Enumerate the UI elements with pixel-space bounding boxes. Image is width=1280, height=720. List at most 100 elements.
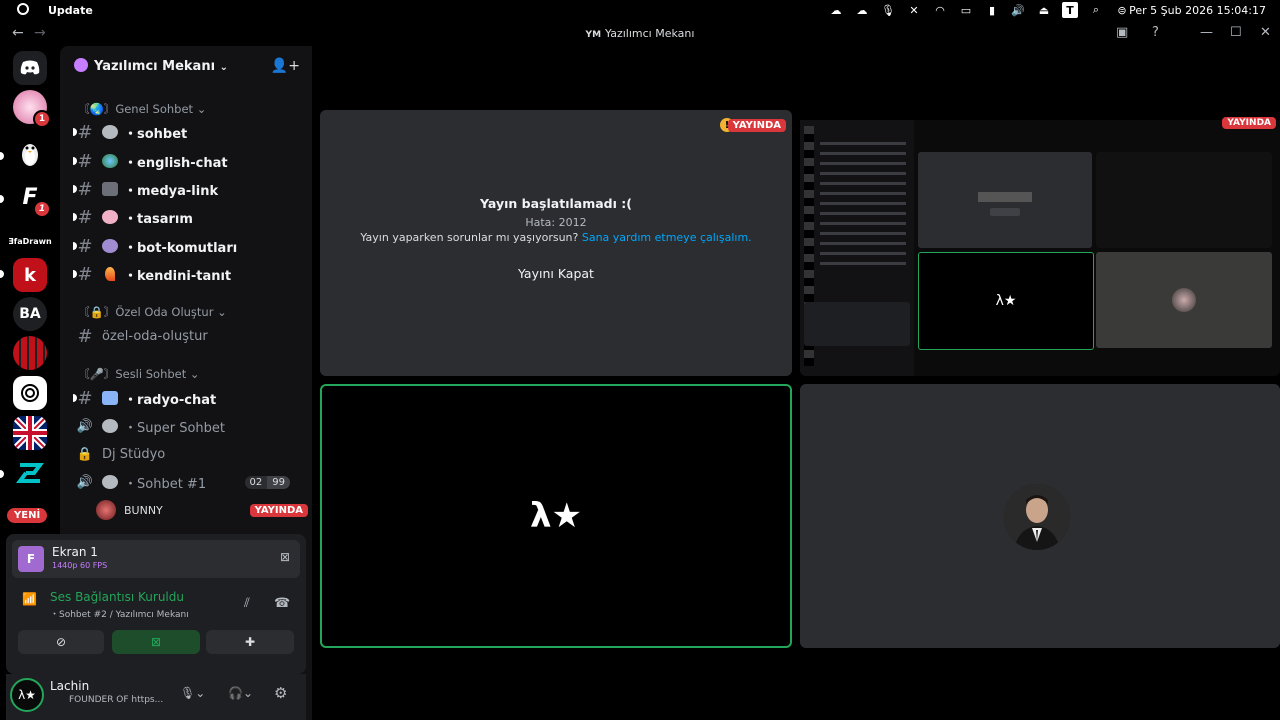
- eject-icon[interactable]: ⏏: [1036, 2, 1052, 18]
- channel-ozel-oda[interactable]: # özel-oda-oluştur: [74, 324, 304, 348]
- preview-user-avatar: [1172, 288, 1196, 312]
- server-uk-icon[interactable]: [13, 416, 47, 450]
- volume-icon[interactable]: 🔊: [1010, 2, 1026, 18]
- category-private[interactable]: 〘🔒〙Özel Oda Oluştur ⌄: [78, 304, 227, 320]
- channel-sohbet-1[interactable]: 🔊 ・Sohbet #1 02 99: [74, 470, 304, 494]
- preview-nested-tile: [1096, 152, 1272, 248]
- display-icon[interactable]: ▭: [958, 2, 974, 18]
- stream-error-tile[interactable]: ! YAYINDA Yayın başlatılamadı :( Hata: 2…: [320, 110, 792, 376]
- channel-medya-link[interactable]: # ・medya-link: [73, 177, 304, 201]
- os-logo-icon[interactable]: [17, 3, 29, 15]
- speech-bubble-icon: [102, 125, 118, 139]
- battery-icon[interactable]: ▮: [984, 2, 1000, 18]
- server-penguin-icon[interactable]: [13, 136, 47, 170]
- disconnect-icon[interactable]: ☎: [274, 596, 290, 611]
- stream-error-question: Yayın yaparken sorunlar mı yaşıyorsun?: [360, 231, 579, 244]
- channel-label: ・radyo-chat: [124, 392, 217, 408]
- server-fa-icon[interactable]: F1: [13, 180, 51, 218]
- headphones-icon[interactable]: 🎧⌄: [228, 686, 253, 700]
- channel-sohbet[interactable]: # ・sohbet: [73, 120, 304, 144]
- stream-error-code: Hata: 2012: [525, 216, 587, 229]
- window-title: YM Yazılımcı Mekanı: [0, 27, 1280, 40]
- channel-kendini-tanit[interactable]: # ・kendini-tanıt: [73, 262, 304, 286]
- channel-bot-komutlari[interactable]: # ・bot-komutları: [73, 234, 304, 258]
- preview-button: [990, 208, 1020, 216]
- channel-radyo-chat[interactable]: # ・radyo-chat: [73, 386, 304, 410]
- settings-gear-icon[interactable]: ⚙: [274, 684, 287, 702]
- channel-english-chat[interactable]: # ・english-chat: [73, 149, 304, 173]
- live-badge: YAYINDA: [727, 119, 786, 132]
- stop-share-icon[interactable]: ⊠: [280, 550, 290, 564]
- text-icon[interactable]: T: [1062, 2, 1078, 18]
- inbox-icon[interactable]: ▣: [1116, 25, 1128, 40]
- activities-button[interactable]: ✚: [206, 630, 294, 654]
- new-servers-badge[interactable]: YENİ: [7, 508, 48, 523]
- channel-dj-studyo[interactable]: 🔒 Dj Stüdyo: [74, 442, 304, 466]
- user-name[interactable]: Lachin: [50, 679, 89, 693]
- server-anime-icon[interactable]: 1: [13, 90, 51, 128]
- cloud-icon[interactable]: ☁: [828, 2, 844, 18]
- discord-home-icon[interactable]: [13, 51, 47, 85]
- voice-user-bunny[interactable]: BUNNY YAYINDA: [96, 500, 308, 520]
- help-icon[interactable]: ?: [1152, 25, 1159, 40]
- maximize-button[interactable]: ☐: [1230, 25, 1242, 40]
- os-app-name[interactable]: Update: [48, 4, 93, 17]
- chevron-down-icon: ⌄: [196, 102, 207, 116]
- server-header[interactable]: Yazılımcı Mekanı ⌄: [74, 58, 228, 74]
- noise-suppression-icon[interactable]: ⫽: [244, 596, 250, 611]
- mic-icon[interactable]: 🎙⌄: [180, 686, 205, 700]
- window-title-logo: YM: [585, 30, 602, 40]
- close-stream-button[interactable]: Yayını Kapat: [508, 256, 604, 290]
- hash-icon: #: [77, 178, 93, 200]
- minimize-button[interactable]: —: [1200, 25, 1213, 40]
- search-icon[interactable]: ⌕: [1088, 2, 1104, 18]
- lock-icon: 🔒: [76, 446, 94, 462]
- close-window-button[interactable]: ✕: [1260, 25, 1271, 40]
- voice-status-title[interactable]: Ses Bağlantısı Kuruldu: [50, 590, 184, 604]
- wifi-icon[interactable]: ◠: [932, 2, 948, 18]
- cloud-icon[interactable]: ☁: [854, 2, 870, 18]
- server-ba-icon[interactable]: BA: [13, 297, 47, 331]
- screen-share-button[interactable]: ⊠: [112, 630, 200, 654]
- bluetooth-off-icon[interactable]: ✕: [906, 2, 922, 18]
- server-cyan-icon[interactable]: [13, 456, 47, 490]
- server-red-icon[interactable]: k: [13, 258, 47, 292]
- user-tile[interactable]: [800, 384, 1280, 648]
- category-voice[interactable]: 〘🎤〙Sesli Sohbet ⌄: [78, 366, 200, 382]
- speaking-user-tile[interactable]: λ★: [320, 384, 792, 648]
- help-link[interactable]: Sana yardım etmeye çalışalım.: [582, 231, 752, 244]
- user-avatar[interactable]: λ★: [10, 678, 44, 712]
- server-text-icon[interactable]: ƎfaDrawn: [8, 224, 52, 258]
- mic-icon[interactable]: 🎙: [880, 2, 896, 18]
- screen-share-card: F Ekran 1 1440p 60 FPS ⊠: [12, 540, 300, 578]
- category-general[interactable]: 〘🌏〙Genel Sohbet ⌄: [78, 101, 206, 117]
- channel-label: Dj Stüdyo: [102, 446, 166, 462]
- toggle-icon[interactable]: ⊜: [1114, 2, 1130, 18]
- signal-icon: 📶: [22, 592, 37, 606]
- os-clock[interactable]: Per 5 Şub 2026 15:04:17: [1129, 4, 1266, 17]
- speech-bubble-icon: [102, 419, 118, 433]
- user-status[interactable]: FOUNDER OF https...: [69, 695, 163, 705]
- window-title-text: Yazılımcı Mekanı: [605, 27, 695, 40]
- add-member-icon[interactable]: 👤+: [271, 58, 300, 74]
- server-openai-icon[interactable]: [13, 376, 47, 410]
- voice-count-limit: 99: [267, 475, 290, 489]
- channel-super-sohbet[interactable]: 🔊 ・Super Sohbet: [74, 414, 304, 438]
- screen-preview-tile[interactable]: YAYINDA λ★: [800, 110, 1280, 376]
- unread-pill: [0, 152, 4, 160]
- server-header-icon: [74, 58, 88, 72]
- screen-share-title: Ekran 1: [52, 545, 98, 559]
- voice-count-current: 02: [244, 475, 268, 489]
- category-private-label: 〘🔒〙Özel Oda Oluştur: [78, 305, 214, 319]
- chevron-down-icon: ⌄: [189, 367, 200, 381]
- speaker-icon: 🔊: [76, 418, 94, 434]
- channel-tasarim[interactable]: # ・tasarım: [73, 205, 304, 229]
- camera-off-button[interactable]: ⊘: [18, 630, 104, 654]
- channel-label: ・english-chat: [124, 155, 228, 171]
- server-pixel-icon[interactable]: [13, 336, 47, 370]
- preview-camera-tile: [1096, 252, 1272, 348]
- voice-status-subtitle[interactable]: ・Sohbet #2 / Yazılımcı Mekanı: [50, 607, 189, 620]
- hash-icon: #: [77, 206, 93, 228]
- radio-icon: [102, 391, 118, 405]
- app-title-bar: ← → YM Yazılımcı Mekanı ▣ ? — ☐ ✕: [0, 22, 1280, 46]
